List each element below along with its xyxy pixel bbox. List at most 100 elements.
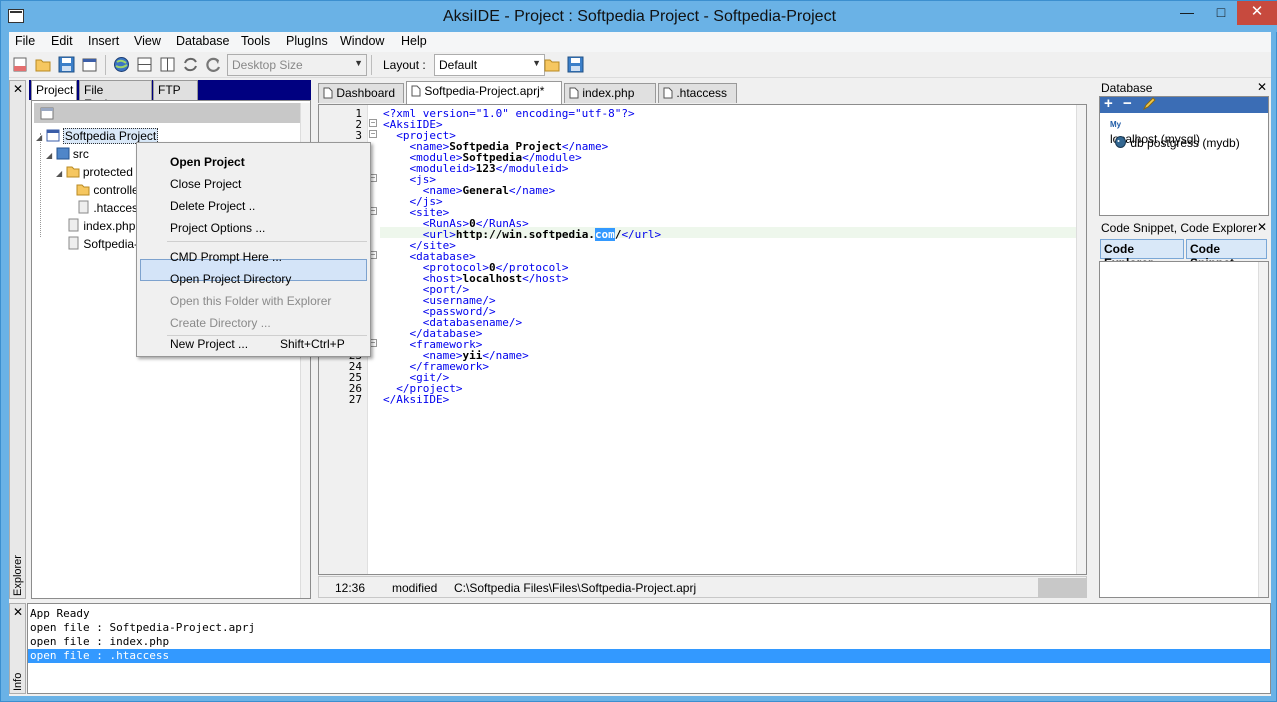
fold-toggle[interactable]: − <box>369 130 377 138</box>
menu-bar: File Edit Insert View Database Tools Plu… <box>9 32 1271 52</box>
log-output[interactable]: App Ready open file : Softpedia-Project.… <box>27 603 1271 694</box>
tab-code-snippet[interactable]: Code Snippet <box>1186 239 1267 270</box>
tree-item-aprj[interactable]: Softpedia- <box>66 236 138 252</box>
tab-file-explorer[interactable]: File Explorer <box>79 80 152 111</box>
menu-window[interactable]: Window <box>340 34 384 48</box>
close-icon[interactable]: ✕ <box>1257 80 1267 94</box>
menu-edit[interactable]: Edit <box>51 34 73 48</box>
postgres-icon <box>1115 136 1126 148</box>
menu-delete-project[interactable]: Delete Project .. <box>170 199 255 213</box>
menu-create-directory: Create Directory ... <box>170 316 271 330</box>
tree-item-src[interactable]: ◢ src <box>46 146 89 162</box>
line-number: 27 <box>348 393 362 406</box>
menu-plugins[interactable]: PlugIns <box>286 34 328 48</box>
save-layout-icon[interactable] <box>567 56 584 73</box>
sync-icon[interactable] <box>182 56 199 73</box>
desktop-size-label: Desktop Size <box>232 58 303 72</box>
tree-item-controllers[interactable]: controlle <box>76 182 139 198</box>
status-segment <box>1038 578 1086 597</box>
edit-pencil-icon[interactable] <box>1142 97 1156 114</box>
code-panel-scrollbar[interactable] <box>1258 262 1268 597</box>
tab-ftp[interactable]: FTP <box>153 80 198 100</box>
tree-item-htaccess[interactable]: .htacces <box>76 200 138 216</box>
menu-open-folder-explorer: Open this Folder with Explorer <box>170 294 332 308</box>
project-context-menu: Open Project Close Project Delete Projec… <box>136 142 371 357</box>
editor-vertical-scrollbar[interactable] <box>1076 105 1086 574</box>
tab-label: Softpedia-Project.aprj* <box>424 84 545 98</box>
file-icon <box>663 87 673 99</box>
tree-item-protected[interactable]: ◢ protected <box>56 164 133 180</box>
tree-item-label: Softpedia- <box>83 237 139 251</box>
split-vertical-icon[interactable] <box>159 56 176 73</box>
log-line-selected: open file : .htaccess <box>30 649 170 662</box>
chevron-down-icon: ▼ <box>354 58 363 68</box>
tab-htaccess[interactable]: .htaccess <box>658 83 737 103</box>
info-side-label: Info <box>12 672 24 691</box>
close-icon[interactable]: ✕ <box>1257 220 1267 234</box>
calendar-icon[interactable] <box>39 105 55 124</box>
menu-open-project[interactable]: Open Project <box>170 155 245 169</box>
menu-separator <box>167 335 367 336</box>
file-icon <box>411 85 421 97</box>
file-path: C:\Softpedia Files\Files\Softpedia-Proje… <box>454 581 697 595</box>
db-item-postgres[interactable]: db postgress (mydb) <box>1114 136 1240 152</box>
database-panel-title: Database <box>1101 81 1153 95</box>
tab-project[interactable]: Project <box>31 80 77 100</box>
remove-icon[interactable]: − <box>1123 95 1132 112</box>
file-icon <box>78 200 89 214</box>
tree-item-label: .htacces <box>93 201 139 215</box>
info-side-tab[interactable]: ✕ Info <box>9 603 26 694</box>
close-icon[interactable]: ✕ <box>13 605 23 619</box>
menu-close-project[interactable]: Close Project <box>170 177 241 191</box>
minimize-button[interactable]: — <box>1169 1 1205 25</box>
database-toolbar: + − <box>1100 95 1268 114</box>
editor-status-bar: 12:36 modified C:\Softpedia Files\Files\… <box>318 576 1087 598</box>
tab-index-php[interactable]: index.php <box>564 83 656 103</box>
fold-toggle[interactable]: − <box>369 119 377 127</box>
menu-file[interactable]: File <box>15 34 35 48</box>
title-bar[interactable]: AksiIDE - Project : Softpedia Project - … <box>1 1 1277 32</box>
db-item-mysql[interactable]: My localhost (mysql) <box>1110 118 1200 146</box>
folder-icon <box>66 166 79 178</box>
menu-database[interactable]: Database <box>176 34 230 48</box>
menu-cmd-prompt[interactable]: CMD Prompt Here ... <box>170 250 282 264</box>
save-icon[interactable] <box>58 56 75 73</box>
modified-status: modified <box>392 581 438 595</box>
menu-insert[interactable]: Insert <box>88 34 119 48</box>
menu-help[interactable]: Help <box>401 34 427 48</box>
menu-view[interactable]: View <box>134 34 161 48</box>
close-icon[interactable]: ✕ <box>13 82 23 96</box>
menu-open-project-directory[interactable]: Open Project Directory <box>170 272 291 286</box>
toolbar-separator <box>371 55 372 75</box>
tab-aprj[interactable]: Softpedia-Project.aprj* <box>406 81 562 104</box>
split-horizontal-icon[interactable] <box>136 56 153 73</box>
refresh-icon[interactable] <box>205 56 222 73</box>
open-folder-icon[interactable] <box>35 56 52 73</box>
tree-item-index[interactable]: index.php <box>66 218 135 234</box>
menu-project-options[interactable]: Project Options ... <box>170 221 265 235</box>
tab-dashboard[interactable]: Dashboard <box>318 83 404 103</box>
code-panel-content <box>1099 261 1269 598</box>
tree-item-label: controlle <box>93 183 139 197</box>
menu-tools[interactable]: Tools <box>241 34 270 48</box>
layout-value: Default <box>439 58 478 72</box>
mysql-icon: My <box>1110 120 1122 129</box>
code-editor[interactable]: 1234567891011121314151617181920212223242… <box>318 104 1087 575</box>
desktop-size-combo[interactable]: Desktop Size ▼ <box>227 54 367 76</box>
layout-combo[interactable]: Default ▼ <box>434 54 545 76</box>
menu-new-project[interactable]: New Project ... <box>170 337 248 351</box>
add-icon[interactable]: + <box>1104 95 1113 112</box>
tree-item-label: src <box>72 147 89 161</box>
new-file-icon[interactable] <box>12 56 29 73</box>
maximize-button[interactable]: □ <box>1205 1 1237 25</box>
close-button[interactable]: ✕ <box>1237 1 1277 25</box>
globe-icon[interactable] <box>113 56 130 73</box>
tree-item-label: index.php <box>83 219 136 233</box>
src-icon <box>56 147 69 160</box>
calendar-icon[interactable] <box>81 56 98 73</box>
open-layout-icon[interactable] <box>544 56 561 73</box>
tab-code-explorer[interactable]: Code Explorer <box>1100 239 1184 270</box>
explorer-side-tab[interactable]: ✕ Explorer <box>9 80 26 599</box>
client-area: File Edit Insert View Database Tools Plu… <box>9 32 1271 696</box>
tab-label: .htaccess <box>676 86 728 100</box>
